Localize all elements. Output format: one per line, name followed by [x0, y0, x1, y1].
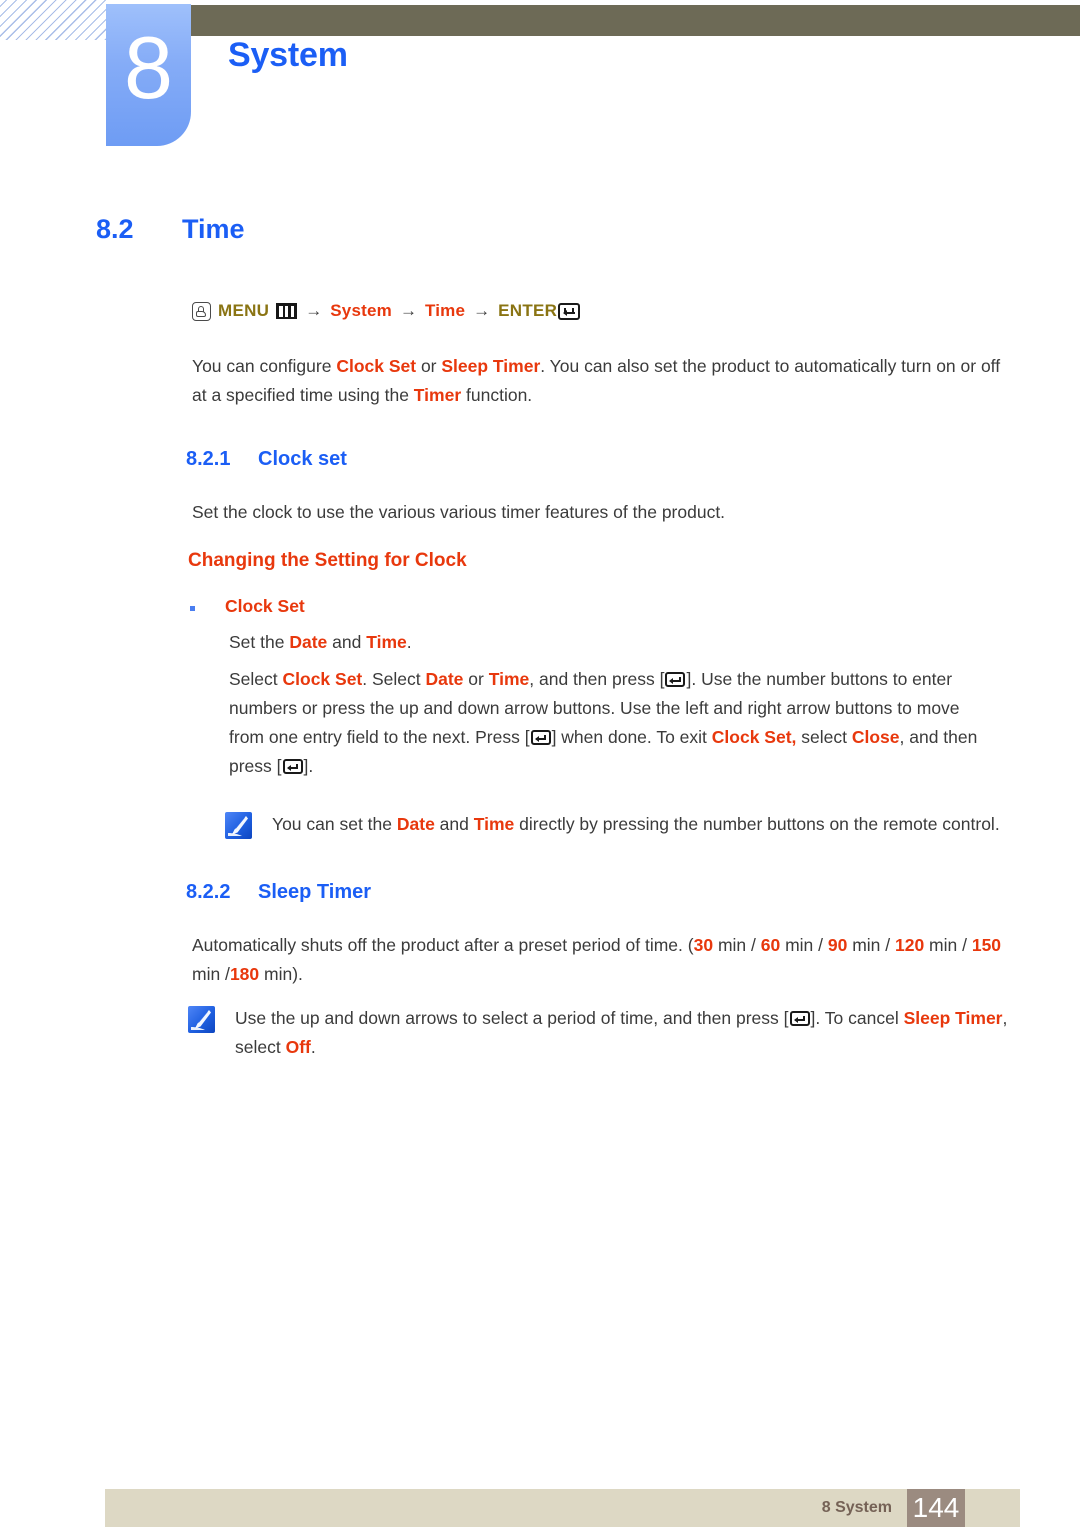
- st-t3: min /: [780, 935, 828, 955]
- intro-paragraph: You can configure Clock Set or Sleep Tim…: [192, 352, 1004, 410]
- path-arrow-1: →: [305, 301, 323, 320]
- st-hl-120: 120: [894, 935, 925, 955]
- hand-pointer-icon: [192, 301, 211, 321]
- path-item-time: Time: [424, 301, 466, 320]
- chapter-title: System: [228, 36, 348, 74]
- path-arrow-2: →: [399, 301, 417, 320]
- n2-t1: Use the up and down arrows to select a p…: [235, 1008, 789, 1028]
- bullet-clock-set: Clock Set: [190, 596, 305, 617]
- select-clock-set-paragraph: Select Clock Set. Select Date or Time, a…: [229, 665, 999, 781]
- st-t4: min /: [847, 935, 895, 955]
- sleep-timer-description: Automatically shuts off the product afte…: [192, 931, 1004, 989]
- st-hl-60: 60: [760, 935, 781, 955]
- footer-page-box: 144: [907, 1489, 965, 1527]
- header-bar: [190, 5, 1080, 36]
- l1-t1: Set the: [229, 632, 290, 652]
- subsection-title-sleep-timer: Sleep Timer: [258, 881, 372, 903]
- st-hl-30: 30: [693, 935, 714, 955]
- subsection-heading-clock-set: 8.2.1 Clock set: [186, 448, 347, 471]
- note-sleep-timer-text: Use the up and down arrows to select a p…: [235, 1004, 1018, 1062]
- st-t5: min /: [924, 935, 972, 955]
- bullet-label-clock-set: Clock Set: [225, 596, 305, 616]
- n2-t2: ]. To cancel: [810, 1008, 904, 1028]
- page-footer: 8 System 144: [105, 1489, 1020, 1527]
- n1-t2: and: [434, 814, 474, 834]
- note-pen-icon: [188, 1006, 215, 1033]
- enter-key-icon: [530, 730, 551, 745]
- note-pen-icon: [225, 812, 252, 839]
- l2-t6: ] when done. To exit: [551, 727, 712, 747]
- note-clock-set-text: You can set the Date and Time directly b…: [272, 810, 1000, 839]
- subsection-title-clock-set: Clock set: [258, 448, 347, 470]
- st-hl-180: 180: [229, 964, 260, 984]
- enter-key-icon: [558, 302, 581, 320]
- l2-t9: ].: [303, 756, 314, 776]
- note-sleep-timer: Use the up and down arrows to select a p…: [188, 1004, 1018, 1062]
- n1-hl-time: Time: [473, 814, 515, 834]
- st-hl-150: 150: [971, 935, 1002, 955]
- enter-label: ENTER: [498, 301, 558, 320]
- chapter-number: 8: [124, 18, 173, 117]
- st-t2: min /: [713, 935, 761, 955]
- enter-key-icon: [665, 672, 686, 687]
- l1-t2: and: [327, 632, 367, 652]
- l2-hl-clock-set: Clock Set: [282, 669, 363, 689]
- l2-hl-time: Time: [488, 669, 530, 689]
- subsection-heading-sleep-timer: 8.2.2 Sleep Timer: [186, 881, 371, 904]
- n1-t3: directly by pressing the number buttons …: [514, 814, 1000, 834]
- chapter-badge: 8: [106, 4, 191, 146]
- subsection-number-822: 8.2.2: [186, 881, 231, 903]
- section-number: 8.2: [96, 214, 134, 244]
- menu-bars-icon: [276, 303, 298, 319]
- changing-setting-heading: Changing the Setting for Clock: [188, 550, 467, 571]
- l2-t4: , and then press [: [529, 669, 665, 689]
- path-arrow-3: →: [473, 301, 491, 320]
- enter-key-icon: [282, 759, 303, 774]
- page-header: 8 System: [0, 0, 1080, 160]
- clock-set-description: Set the clock to use the various various…: [192, 502, 726, 522]
- l1-t3: .: [406, 632, 412, 652]
- st-hl-90: 90: [827, 935, 848, 955]
- l2-t7: select: [796, 727, 852, 747]
- section-title: Time: [182, 214, 245, 244]
- l2-hl-close: Close: [851, 727, 900, 747]
- intro-t1: You can configure: [192, 356, 337, 376]
- intro-t4: function.: [461, 385, 533, 405]
- enter-key-icon: [789, 1011, 810, 1026]
- l1-hl-time: Time: [366, 632, 407, 652]
- intro-hl-sleep-timer: Sleep Timer: [441, 356, 541, 376]
- path-item-system: System: [330, 301, 392, 320]
- n2-hl-off: Off: [285, 1037, 311, 1057]
- intro-t2: or: [416, 356, 442, 376]
- bullet-dot-icon: [190, 606, 195, 611]
- intro-hl-clock-set: Clock Set: [336, 356, 417, 376]
- l2-hl-date: Date: [425, 669, 464, 689]
- l2-hl-clock-set-2: Clock Set,: [711, 727, 797, 747]
- n2-t4: .: [310, 1037, 316, 1057]
- note-clock-set: You can set the Date and Time directly b…: [225, 810, 1015, 839]
- menu-path-breadcrumb: MENU → System → Time → ENTER: [192, 301, 581, 321]
- intro-hl-timer: Timer: [413, 385, 462, 405]
- l1-hl-date: Date: [289, 632, 328, 652]
- set-date-time-line: Set the Date and Time.: [229, 628, 999, 657]
- l2-t1: Select: [229, 669, 283, 689]
- menu-label: MENU: [218, 301, 270, 320]
- n2-hl-sleep-timer: Sleep Timer: [903, 1008, 1003, 1028]
- n1-t1: You can set the: [272, 814, 397, 834]
- st-t1: Automatically shuts off the product afte…: [192, 935, 694, 955]
- hatch-decoration: [0, 0, 106, 40]
- st-t7: min).: [259, 964, 303, 984]
- subsection-number-821: 8.2.1: [186, 448, 231, 470]
- l2-t3: or: [463, 669, 489, 689]
- footer-page-number: 144: [912, 1492, 960, 1523]
- l2-t2: . Select: [362, 669, 426, 689]
- section-heading: 8.2 Time: [96, 214, 996, 245]
- n1-hl-date: Date: [396, 814, 435, 834]
- st-t6: min /: [192, 964, 230, 984]
- footer-chapter-label: 8 System: [821, 1499, 892, 1516]
